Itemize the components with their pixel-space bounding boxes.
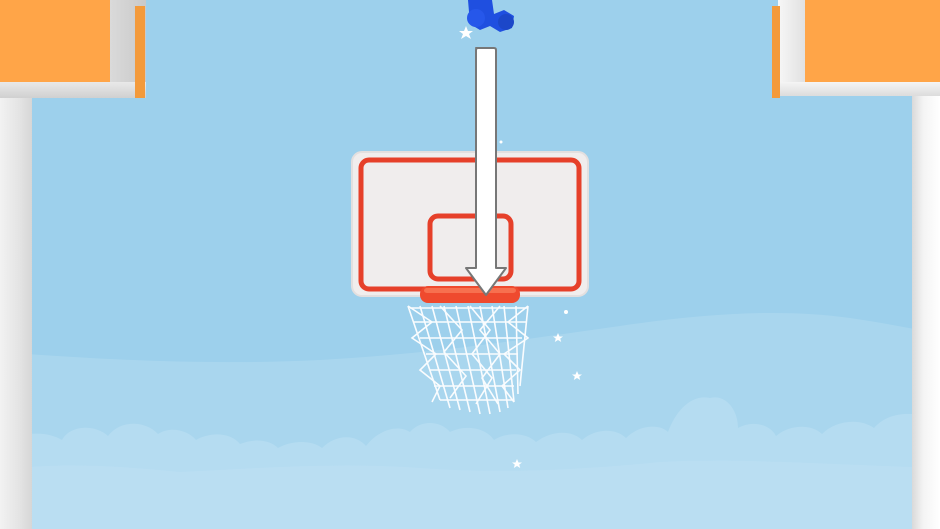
right-block-edge — [778, 82, 940, 96]
player-figure-icon[interactable] — [467, 0, 514, 32]
left-block-orange-edge — [135, 6, 145, 98]
right-block-orange-edge — [772, 6, 780, 98]
left-orange-block — [0, 0, 110, 82]
right-orange-block — [805, 0, 940, 82]
left-block-edge — [0, 82, 146, 98]
star-icon — [459, 26, 473, 39]
sparkle-dot — [499, 140, 503, 144]
left-wall — [0, 90, 32, 529]
cloud-texture — [0, 460, 940, 529]
sparkle-dot — [564, 310, 568, 314]
hoop-rim-highlight — [424, 288, 516, 293]
game-scene — [0, 0, 940, 529]
right-wall — [912, 96, 940, 529]
